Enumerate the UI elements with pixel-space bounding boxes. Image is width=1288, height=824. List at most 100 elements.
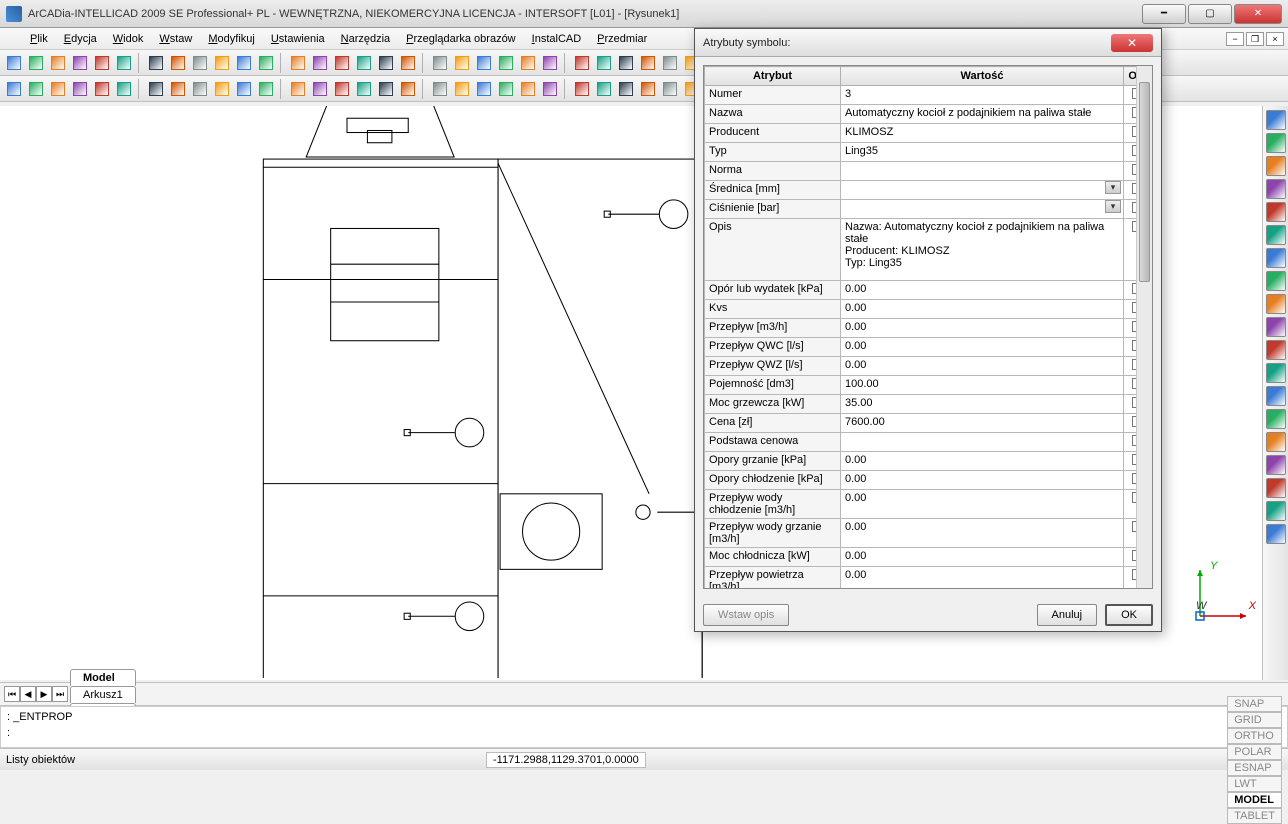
color-button[interactable] bbox=[518, 53, 538, 73]
attr-value[interactable]: 0.00 bbox=[841, 519, 1124, 548]
status-toggle-snap[interactable]: SNAP bbox=[1227, 696, 1282, 712]
scrollbar-thumb[interactable] bbox=[1139, 82, 1150, 282]
props-button[interactable] bbox=[332, 53, 352, 73]
status-toggle-polar[interactable]: POLAR bbox=[1227, 744, 1282, 760]
leader-button[interactable] bbox=[638, 79, 658, 99]
attr-value[interactable] bbox=[841, 181, 1124, 200]
zoomext-button[interactable] bbox=[1266, 225, 1286, 245]
status-toggle-ortho[interactable]: ORTHO bbox=[1227, 728, 1282, 744]
status-toggle-model[interactable]: MODEL bbox=[1227, 792, 1282, 808]
attr-value[interactable]: 0.00 bbox=[841, 490, 1124, 519]
saveall-button[interactable] bbox=[70, 53, 90, 73]
mdi-minimize[interactable]: − bbox=[1226, 32, 1244, 46]
new-button[interactable] bbox=[4, 53, 24, 73]
dialog-close-button[interactable]: ✕ bbox=[1111, 34, 1153, 52]
menu-plik[interactable]: Plik bbox=[22, 31, 56, 47]
tab-model[interactable]: Model bbox=[70, 669, 136, 686]
zoomwin-button[interactable] bbox=[1266, 179, 1286, 199]
cut-button[interactable] bbox=[168, 53, 188, 73]
hyperlink-button[interactable] bbox=[496, 53, 516, 73]
col-attribute[interactable]: Atrybut bbox=[705, 67, 841, 86]
app-button[interactable] bbox=[354, 53, 374, 73]
dim-button[interactable] bbox=[540, 53, 560, 73]
attr-value[interactable]: 0.00 bbox=[841, 567, 1124, 590]
undo-button[interactable] bbox=[256, 53, 276, 73]
light-button[interactable] bbox=[1266, 409, 1286, 429]
lock-button[interactable] bbox=[1266, 501, 1286, 521]
mirror-button[interactable] bbox=[310, 79, 330, 99]
polygon-button[interactable] bbox=[70, 79, 90, 99]
ellipse-button[interactable] bbox=[114, 79, 134, 99]
redo-button[interactable] bbox=[288, 53, 308, 73]
attr-value[interactable]: 3 bbox=[841, 86, 1124, 105]
freeze-button[interactable] bbox=[1266, 478, 1286, 498]
plot-button[interactable] bbox=[1266, 524, 1286, 544]
3dorbit-button[interactable] bbox=[1266, 248, 1286, 268]
line-button[interactable] bbox=[4, 79, 24, 99]
attr-value[interactable]: 0.00 bbox=[841, 357, 1124, 376]
minimize-button[interactable]: ━ bbox=[1142, 4, 1186, 24]
layer-button[interactable] bbox=[1266, 455, 1286, 475]
bold-button[interactable] bbox=[474, 79, 494, 99]
copy-button[interactable] bbox=[190, 53, 210, 73]
menu-edycja[interactable]: Edycja bbox=[56, 31, 105, 47]
dimrad-button[interactable] bbox=[616, 79, 636, 99]
attr-value[interactable] bbox=[841, 200, 1124, 219]
render-button[interactable] bbox=[1266, 386, 1286, 406]
tab-next[interactable]: ▶ bbox=[36, 686, 52, 702]
print-button[interactable] bbox=[92, 53, 112, 73]
layers-button[interactable] bbox=[376, 53, 396, 73]
menu-przedmiar[interactable]: Przedmiar bbox=[589, 31, 655, 47]
pan-button[interactable] bbox=[1266, 110, 1286, 130]
front-button[interactable] bbox=[1266, 294, 1286, 314]
command-area[interactable]: : _ENTPROP : bbox=[0, 706, 1288, 748]
chamfer-button[interactable] bbox=[430, 79, 450, 99]
italic-button[interactable] bbox=[496, 79, 516, 99]
zoomout-button[interactable] bbox=[1266, 156, 1286, 176]
erase-button[interactable] bbox=[310, 53, 330, 73]
sun-button[interactable] bbox=[638, 53, 658, 73]
col-value[interactable]: Wartość bbox=[841, 67, 1124, 86]
block-button[interactable] bbox=[452, 53, 472, 73]
trim-button[interactable] bbox=[354, 79, 374, 99]
attr-value[interactable]: Automatyczny kocioł z podajnikiem na pal… bbox=[841, 105, 1124, 124]
attr-value[interactable] bbox=[841, 433, 1124, 452]
rect-button[interactable] bbox=[168, 79, 188, 99]
pline-button[interactable] bbox=[48, 79, 68, 99]
mdi-restore[interactable]: ❐ bbox=[1246, 32, 1264, 46]
attr-value[interactable]: KLIMOSZ bbox=[841, 124, 1124, 143]
cloud-button[interactable] bbox=[594, 53, 614, 73]
image-button[interactable] bbox=[474, 53, 494, 73]
tab-arkusz1[interactable]: Arkusz1 bbox=[70, 686, 136, 703]
break-button[interactable] bbox=[398, 79, 418, 99]
tab-first[interactable]: ⏮ bbox=[4, 686, 20, 702]
attr-value[interactable]: 0.00 bbox=[841, 548, 1124, 567]
menu-narzędzia[interactable]: Narzędzia bbox=[333, 31, 399, 47]
close-button[interactable]: ✕ bbox=[1234, 4, 1282, 24]
ok-button[interactable]: OK bbox=[1105, 604, 1153, 626]
command-prompt[interactable]: : bbox=[7, 725, 1281, 741]
shade-button[interactable] bbox=[1266, 363, 1286, 383]
attr-value[interactable]: 0.00 bbox=[841, 281, 1124, 300]
dimangle-button[interactable] bbox=[572, 79, 592, 99]
grid-scrollbar[interactable] bbox=[1136, 66, 1152, 588]
attr-value[interactable]: 0.00 bbox=[841, 471, 1124, 490]
side-button[interactable] bbox=[1266, 317, 1286, 337]
printprev-button[interactable] bbox=[114, 53, 134, 73]
circle-button[interactable] bbox=[92, 79, 112, 99]
status-toggle-esnap[interactable]: ESNAP bbox=[1227, 760, 1282, 776]
attr-value[interactable] bbox=[841, 162, 1124, 181]
export-button[interactable] bbox=[146, 53, 166, 73]
menu-widok[interactable]: Widok bbox=[105, 31, 152, 47]
attr-value[interactable]: 0.00 bbox=[841, 300, 1124, 319]
status-toggle-grid[interactable]: GRID bbox=[1227, 712, 1282, 728]
lineweight-button[interactable] bbox=[398, 53, 418, 73]
fillet-button[interactable] bbox=[452, 79, 472, 99]
tab-prev[interactable]: ◀ bbox=[20, 686, 36, 702]
zoomin-button[interactable] bbox=[1266, 133, 1286, 153]
maximize-button[interactable]: ▢ bbox=[1188, 4, 1232, 24]
status-toggle-lwt[interactable]: LWT bbox=[1227, 776, 1282, 792]
mdi-close[interactable]: × bbox=[1266, 32, 1284, 46]
attr-value[interactable]: Nazwa: Automatyczny kocioł z podajnikiem… bbox=[841, 219, 1124, 281]
extend-button[interactable] bbox=[376, 79, 396, 99]
